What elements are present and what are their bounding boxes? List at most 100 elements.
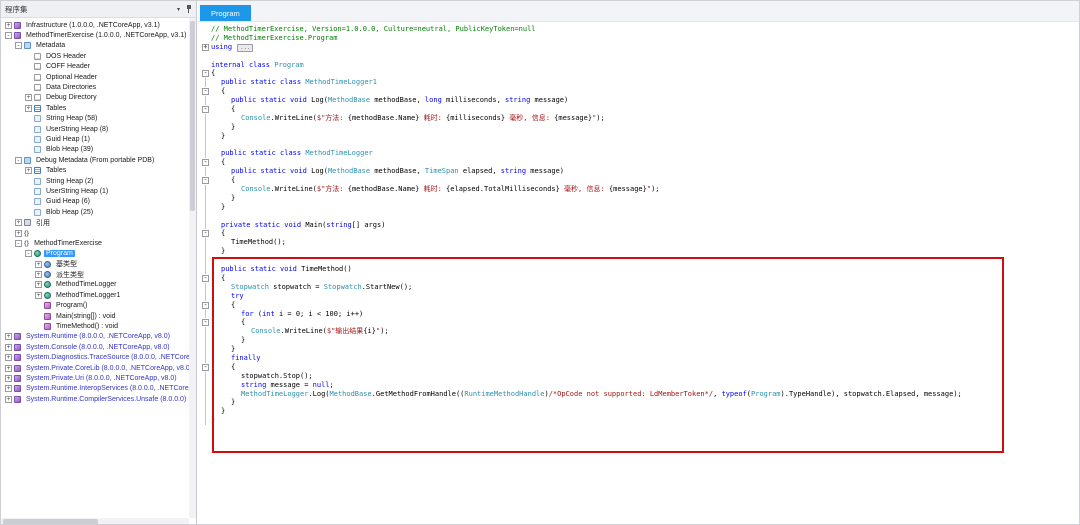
tree-item[interactable]: +MethodTimeLogger (1, 280, 189, 290)
expander-icon[interactable]: + (35, 261, 42, 268)
code-token: $"方法: (317, 114, 348, 122)
fold-toggle-icon[interactable]: - (200, 318, 211, 327)
tree-item[interactable]: +System.Private.Uri (8.0.0.0, .NETCoreAp… (1, 373, 189, 383)
fold-toggle-icon[interactable]: - (200, 274, 211, 283)
tree-item[interactable]: +System.Runtime (8.0.0.0, .NETCoreApp, v… (1, 332, 189, 342)
expander-icon[interactable]: + (5, 344, 12, 351)
tree-item[interactable]: Guid Heap (6) (1, 197, 189, 207)
code-token: Stopwatch (324, 283, 362, 291)
tree-item[interactable]: Optional Header (1, 72, 189, 82)
expander-icon[interactable]: + (5, 365, 12, 372)
scrollbar-thumb[interactable] (3, 519, 98, 525)
tree-item[interactable]: TimeMethod() : void (1, 321, 189, 331)
tree-item-label: System.Diagnostics.TraceSource (8.0.0.0,… (24, 354, 189, 361)
code-token: void (280, 265, 297, 273)
tree-item[interactable]: Blob Heap (25) (1, 207, 189, 217)
expander-spacer (25, 63, 32, 70)
tree-item[interactable]: + System.Diagnostics.TraceSource (8.0.0.0… (1, 353, 189, 363)
fold-toggle-icon[interactable]: - (200, 69, 211, 78)
tree-item[interactable]: Blob Heap (39) (1, 145, 189, 155)
tree-item[interactable]: Data Directories (1, 82, 189, 92)
code-token: MethodTimeLogger (241, 390, 308, 398)
tree-item[interactable]: +MethodTimeLogger1 (1, 290, 189, 300)
expander-icon[interactable]: + (35, 271, 42, 278)
expander-icon[interactable]: + (25, 94, 32, 101)
fold-toggle-icon[interactable]: - (200, 105, 211, 114)
code-line: } (200, 416, 1079, 425)
tree-item-label: Tables (44, 105, 68, 112)
tree-item[interactable]: UserString Heap (8) (1, 124, 189, 134)
code-line (200, 212, 1079, 221)
code-token: Log( (307, 96, 328, 104)
tree-item[interactable]: -{}MethodTimerExercise (1, 238, 189, 248)
pin-icon[interactable] (186, 5, 192, 13)
tree-item[interactable]: String Heap (2) (1, 176, 189, 186)
fold-toggle-icon[interactable]: - (200, 87, 211, 96)
tree-item[interactable]: String Heap (58) (1, 114, 189, 124)
expander-icon[interactable]: + (25, 167, 32, 174)
expander-icon[interactable]: - (15, 42, 22, 49)
expander-icon[interactable]: - (5, 32, 12, 39)
code-text: using ... (211, 43, 253, 52)
fold-toggle-icon[interactable]: - (200, 363, 211, 372)
window-position-menu-icon[interactable]: ▾ (177, 6, 180, 13)
tree-item[interactable]: + Tables (1, 103, 189, 113)
expander-icon[interactable]: - (15, 240, 22, 247)
tree-vertical-scrollbar[interactable] (189, 18, 196, 518)
tree-item[interactable]: +Debug Directory (1, 93, 189, 103)
expander-icon[interactable]: + (5, 375, 12, 382)
code-token: {elapsed.TotalMilliseconds} (446, 185, 560, 193)
tree-item[interactable]: Main(string[]) : void (1, 311, 189, 321)
tree-item[interactable]: +System.Runtime.CompilerServices.Unsafe … (1, 394, 189, 404)
tab-program[interactable]: Program (200, 5, 251, 21)
fold-toggle-icon[interactable]: - (200, 301, 211, 310)
expander-spacer (25, 188, 32, 195)
tree-item-label: MethodTimerExercise (32, 240, 104, 247)
code-token: /*OpCode not supported: LdMemberToken*/ (549, 390, 713, 398)
tree-item[interactable]: -MethodTimerExercise (1.0.0.0, .NETCoreA… (1, 30, 189, 40)
fold-toggle-icon[interactable]: + (200, 43, 211, 52)
tree-item[interactable]: -Metadata (1, 41, 189, 51)
fold-toggle-icon[interactable]: - (200, 229, 211, 238)
tree-horizontal-scrollbar[interactable] (1, 518, 189, 525)
expander-icon[interactable]: + (5, 333, 12, 340)
expander-icon[interactable]: - (25, 250, 32, 257)
tree-item[interactable]: +System.Runtime.InteropServices (8.0.0.0… (1, 384, 189, 394)
expander-icon[interactable]: + (5, 354, 12, 361)
expander-icon[interactable]: + (15, 230, 22, 237)
assembly-tree[interactable]: +Infrastructure (1.0.0.0, .NETCoreApp, v… (1, 18, 189, 518)
expander-icon[interactable]: - (15, 157, 22, 164)
decompiled-code-view[interactable]: // MethodTimerExercise, Version=1.0.0.0,… (198, 22, 1079, 525)
tree-item[interactable]: +{} (1, 228, 189, 238)
tree-item[interactable]: -Debug Metadata (From portable PDB) (1, 155, 189, 165)
tree-item[interactable]: +基类型 (1, 259, 189, 269)
code-token: class (280, 78, 301, 86)
tree-item[interactable]: +Tables (1, 165, 189, 175)
scrollbar-thumb[interactable] (190, 21, 195, 211)
code-token: for (241, 310, 254, 318)
tree-item[interactable]: +System.Console (8.0.0.0, .NETCoreApp, v… (1, 342, 189, 352)
code-token: { (231, 363, 235, 371)
tree-item[interactable]: -Program (1, 249, 189, 259)
code-token: {methodBase.Name} (348, 185, 420, 193)
expander-icon[interactable]: + (5, 385, 12, 392)
expander-icon[interactable]: + (35, 292, 42, 299)
expander-icon[interactable]: + (15, 219, 22, 226)
tree-item[interactable]: +System.Private.CoreLib (8.0.0.0, .NETCo… (1, 363, 189, 373)
tree-item[interactable]: +Infrastructure (1.0.0.0, .NETCoreApp, v… (1, 20, 189, 30)
tree-item[interactable]: DOS Header (1, 51, 189, 61)
expander-icon[interactable]: + (25, 105, 32, 112)
code-line: } (200, 336, 1079, 345)
tree-item[interactable]: Guid Heap (1) (1, 134, 189, 144)
tree-item[interactable]: COFF Header (1, 62, 189, 72)
tree-item[interactable]: +引用 (1, 217, 189, 227)
expander-icon[interactable]: + (5, 396, 12, 403)
expander-icon[interactable]: + (35, 281, 42, 288)
tree-item[interactable]: Program() (1, 301, 189, 311)
fold-toggle-icon[interactable]: - (200, 158, 211, 167)
tree-item[interactable]: +派生类型 (1, 269, 189, 279)
fold-toggle-icon[interactable]: - (200, 176, 211, 185)
tree-item[interactable]: UserString Heap (1) (1, 186, 189, 196)
code-text: } (211, 132, 225, 141)
expander-icon[interactable]: + (5, 22, 12, 29)
